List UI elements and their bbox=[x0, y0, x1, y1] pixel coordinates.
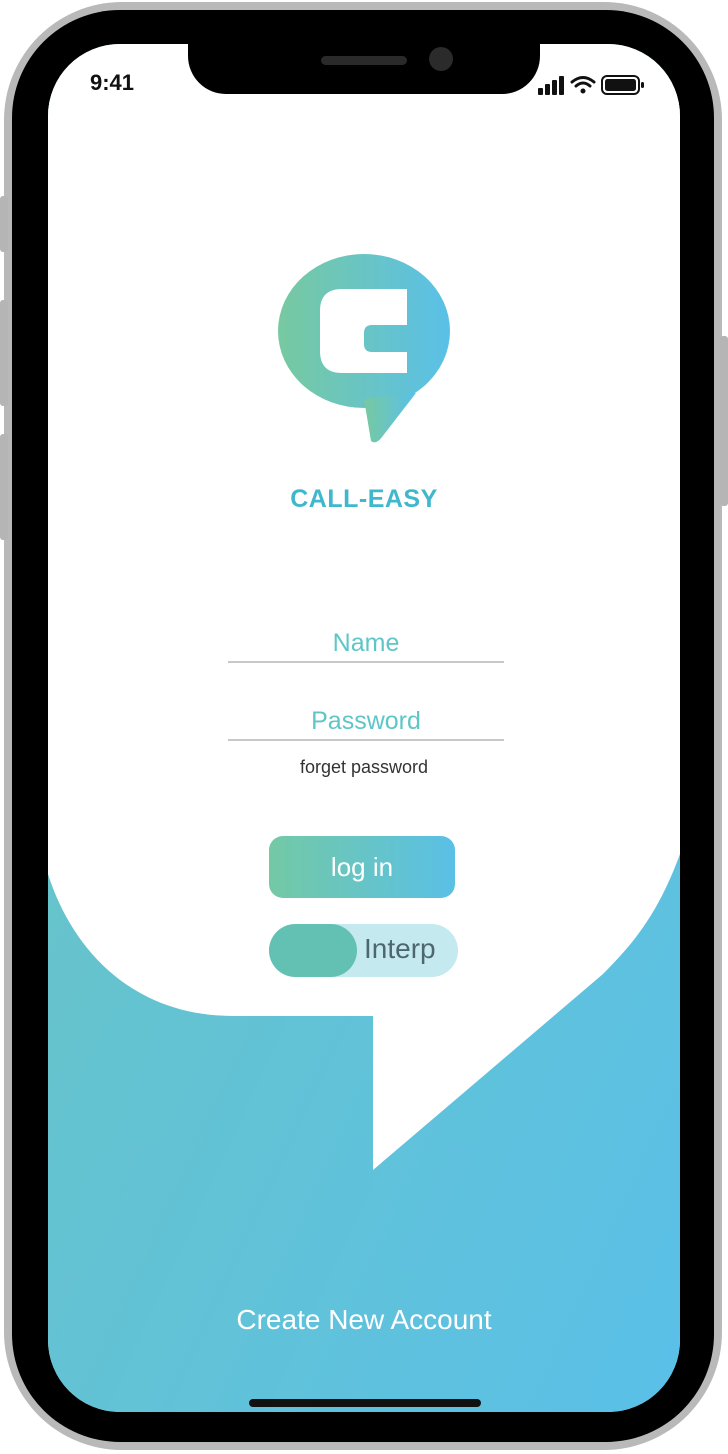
phone-frame: 9:41 CALL-EASY Name forget password log … bbox=[0, 0, 728, 1454]
forget-password-link[interactable]: forget password bbox=[48, 757, 680, 778]
app-screen: 9:41 CALL-EASY Name forget password log … bbox=[48, 44, 680, 1412]
toggle-knob bbox=[269, 924, 357, 977]
name-field bbox=[228, 625, 504, 663]
chat-bubble-c-logo-icon bbox=[278, 254, 450, 443]
battery-icon bbox=[601, 75, 644, 95]
login-button[interactable]: log in bbox=[269, 836, 455, 898]
interp-toggle-label: Interp bbox=[364, 933, 436, 964]
front-camera bbox=[429, 47, 453, 71]
camera-notch bbox=[188, 44, 540, 94]
earpiece-speaker bbox=[321, 56, 407, 65]
status-icons bbox=[530, 74, 650, 96]
name-input[interactable] bbox=[228, 625, 504, 661]
home-indicator[interactable] bbox=[249, 1399, 481, 1407]
password-field bbox=[228, 703, 504, 741]
power-button bbox=[720, 336, 728, 506]
interp-toggle[interactable]: Interp bbox=[269, 924, 458, 977]
create-account-link[interactable]: Create New Account bbox=[48, 1304, 680, 1336]
mute-switch bbox=[0, 196, 8, 252]
brand-name: CALL-EASY bbox=[290, 485, 438, 513]
cellular-signal-icon bbox=[538, 76, 564, 95]
status-time: 9:41 bbox=[90, 70, 135, 95]
volume-up-button bbox=[0, 300, 8, 406]
password-input[interactable] bbox=[228, 703, 504, 739]
volume-down-button bbox=[0, 434, 8, 540]
wifi-icon bbox=[570, 76, 596, 94]
